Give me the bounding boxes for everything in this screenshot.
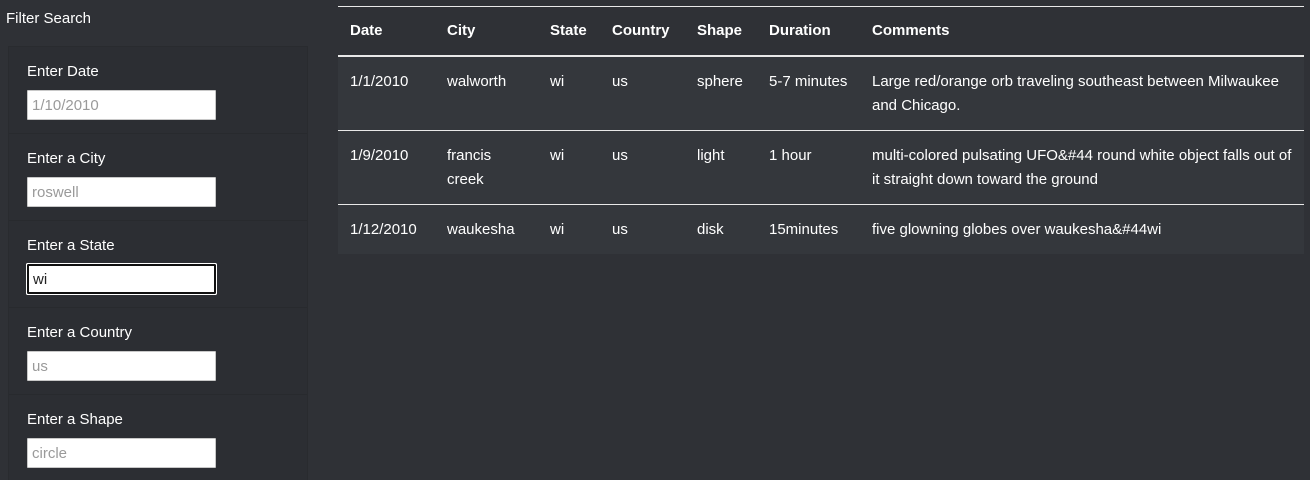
cell-city: waukesha <box>447 220 515 238</box>
column-header-date: Date <box>350 22 383 40</box>
column-header-country: Country <box>612 22 670 40</box>
cell-shape: light <box>697 146 725 164</box>
cell-country: us <box>612 220 628 238</box>
cell-date: 1/12/2010 <box>350 220 417 238</box>
date-filter-label: Enter Date <box>27 63 99 80</box>
cell-country: us <box>612 72 628 90</box>
cell-comments: five glowning globes over waukesha&#44wi <box>872 220 1162 238</box>
column-header-city: City <box>447 22 476 40</box>
cell-state: wi <box>550 72 565 90</box>
cell-duration: 15minutes <box>769 220 839 238</box>
column-header-shape: Shape <box>697 22 743 40</box>
cell-comments: Large red/orange orb traveling southeast… <box>872 72 1279 114</box>
shape-filter-input[interactable] <box>27 438 216 468</box>
cell-shape: sphere <box>697 72 743 90</box>
state-filter-label: Enter a State <box>27 237 115 254</box>
sidebar: Filter Search Enter Date Enter a City En… <box>0 0 310 480</box>
city-filter-label: Enter a City <box>27 150 106 167</box>
cell-date: 1/9/2010 <box>350 146 409 164</box>
cell-duration: 5-7 minutes <box>769 72 848 90</box>
filter-item-date: Enter Date <box>9 47 307 134</box>
cell-state: wi <box>550 220 565 238</box>
cell-comments: multi-colored pulsating UFO&#44 round wh… <box>872 146 1292 188</box>
column-header-comments: Comments <box>872 22 950 40</box>
page: Filter Search Enter Date Enter a City En… <box>0 0 1310 480</box>
date-filter-input[interactable] <box>27 90 216 120</box>
filter-item-country: Enter a Country <box>9 308 307 395</box>
ufo-sightings-table: Date City State Country Shape Duration C… <box>338 6 1304 254</box>
filter-item-state: Enter a State <box>9 221 307 308</box>
cell-date: 1/1/2010 <box>350 72 409 90</box>
city-filter-input[interactable] <box>27 177 216 207</box>
sidebar-title: Filter Search <box>6 10 92 27</box>
table-row: 1/9/2010 francis creek wi us light 1 hou… <box>338 130 1304 204</box>
table-header-row: Date City State Country Shape Duration C… <box>338 6 1304 56</box>
cell-state: wi <box>550 146 565 164</box>
country-filter-label: Enter a Country <box>27 324 133 341</box>
shape-filter-label: Enter a Shape <box>27 411 123 428</box>
filter-item-shape: Enter a Shape <box>9 395 307 480</box>
column-header-duration: Duration <box>769 22 831 40</box>
cell-country: us <box>612 146 628 164</box>
country-filter-input[interactable] <box>27 351 216 381</box>
state-filter-input[interactable] <box>26 263 217 295</box>
table-row: 1/1/2010 walworth wi us sphere 5-7 minut… <box>338 55 1304 130</box>
table-row: 1/12/2010 waukesha wi us disk 15minutes … <box>338 204 1304 254</box>
filter-list: Enter Date Enter a City Enter a State En… <box>8 46 308 480</box>
ufo-table-container: Date City State Country Shape Duration C… <box>338 6 1304 254</box>
cell-city: francis creek <box>447 146 492 188</box>
cell-shape: disk <box>697 220 724 238</box>
cell-duration: 1 hour <box>769 146 812 164</box>
cell-city: walworth <box>447 72 507 90</box>
column-header-state: State <box>550 22 587 40</box>
filter-item-city: Enter a City <box>9 134 307 221</box>
